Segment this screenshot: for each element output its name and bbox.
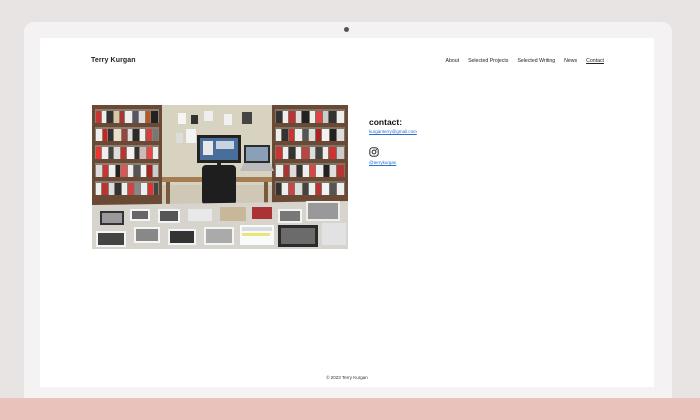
webcam-dot: [344, 27, 349, 32]
instagram-handle-link[interactable]: @terrykurgan: [369, 160, 417, 165]
studio-photo: [92, 105, 348, 249]
nav-news[interactable]: News: [564, 58, 577, 64]
nav-about[interactable]: About: [446, 58, 460, 64]
nav-selected-writing[interactable]: Selected Writing: [517, 58, 555, 64]
bottom-accent-band: [0, 398, 700, 420]
site-title[interactable]: Terry Kurgan: [91, 57, 136, 64]
instagram-icon[interactable]: [369, 147, 379, 157]
contact-email-link[interactable]: kurganterry@gmail.com: [369, 129, 417, 134]
footer-copyright: © 2023 Terry Kurgan: [326, 375, 368, 380]
nav-selected-projects[interactable]: Selected Projects: [468, 58, 508, 64]
contact-heading: contact:: [369, 117, 403, 127]
contact-block: contact: kurganterry@gmail.com @terrykur…: [369, 117, 417, 165]
studio-photo-illustration: [92, 105, 348, 249]
main-nav: About Selected Projects Selected Writing…: [446, 58, 605, 64]
nav-contact[interactable]: Contact: [586, 58, 604, 64]
laptop-frame: Terry Kurgan About Selected Projects Sel…: [24, 22, 672, 398]
website-screen: Terry Kurgan About Selected Projects Sel…: [40, 38, 654, 387]
